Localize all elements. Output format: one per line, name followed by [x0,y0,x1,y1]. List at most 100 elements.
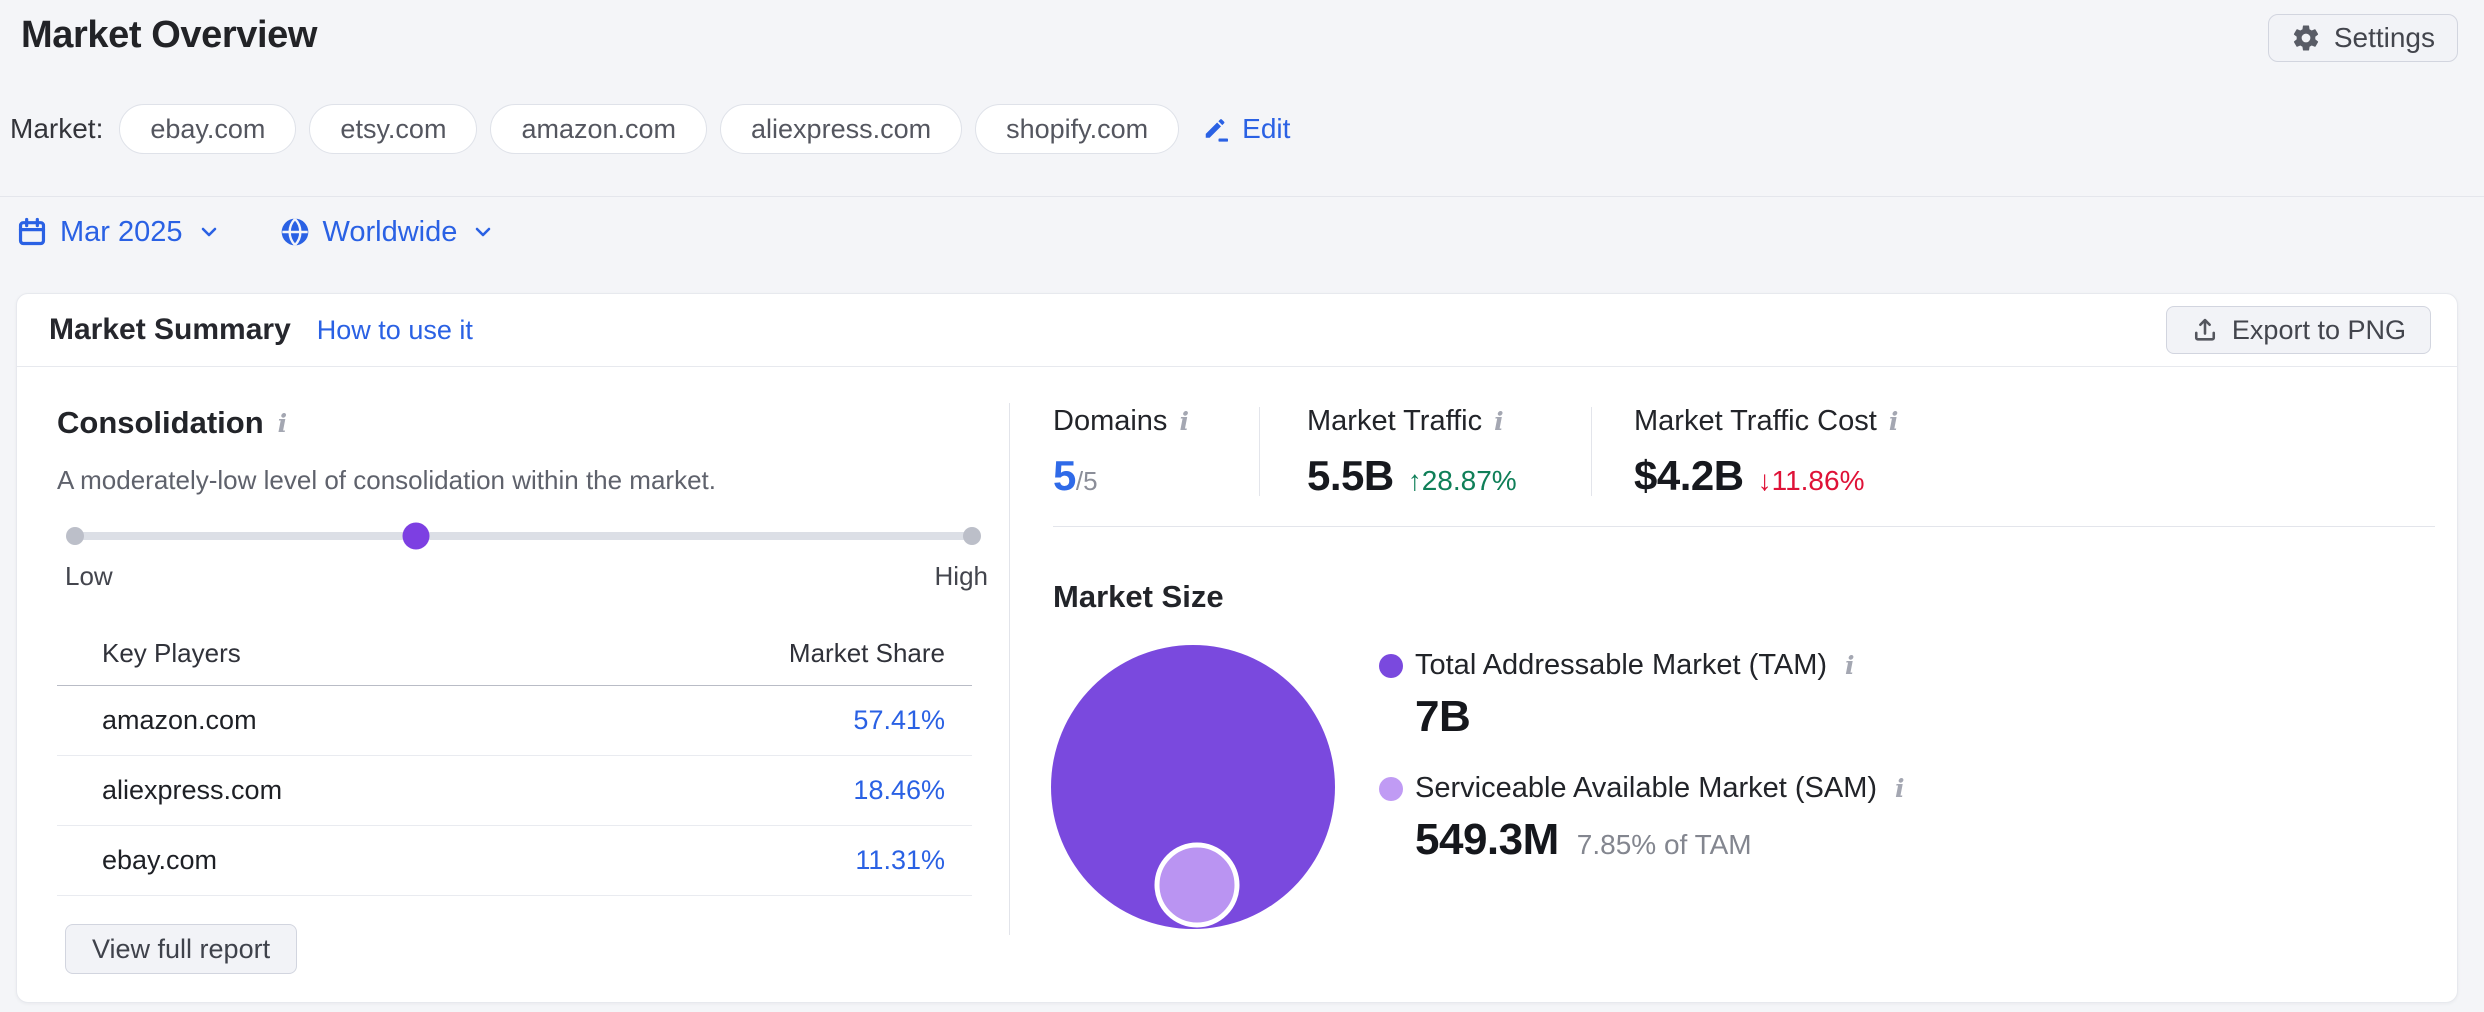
date-selector-label: Mar 2025 [60,216,183,249]
sam-bubble[interactable] [1157,845,1237,925]
stats-divider [1053,526,2435,527]
market-bar: Market: ebay.com etsy.com amazon.com ali… [10,104,2484,154]
settings-button[interactable]: Settings [2268,14,2458,62]
slider-low-endpoint [66,527,84,545]
market-stats-panel: Domains i 5 /5 Market Traffic i 5.5 [1009,367,2457,1002]
tam-label: Total Addressable Market (TAM) [1415,649,1827,682]
tam-dot-icon [1379,654,1403,678]
player-market-share[interactable]: 18.46% [562,756,972,826]
edit-link-label: Edit [1242,113,1290,145]
market-domain-pill[interactable]: ebay.com [119,104,296,154]
page-header: Market Overview Settings [0,0,2484,62]
domains-value: 5 [1053,452,1076,500]
gear-icon [2291,23,2321,53]
market-label: Market: [10,113,103,145]
settings-button-label: Settings [2334,22,2435,54]
chevron-down-icon [197,220,221,244]
how-to-use-link[interactable]: How to use it [317,315,473,346]
consolidation-slider-handle[interactable] [402,522,429,549]
stat-value-row: 5 /5 [1053,452,1259,500]
table-row: amazon.com 57.41% [57,686,972,756]
info-icon[interactable]: i [1845,653,1855,678]
page-title: Market Overview [21,14,317,58]
slider-high-label: High [935,561,988,592]
region-selector-label: Worldwide [323,216,458,249]
tam-legend-block: Total Addressable Market (TAM) i 7B [1379,649,1905,742]
date-selector[interactable]: Mar 2025 [16,216,221,249]
market-summary-card: Market Summary How to use it Export to P… [16,293,2458,1003]
sam-label: Serviceable Available Market (SAM) [1415,772,1877,805]
market-domain-pill[interactable]: amazon.com [490,104,707,154]
tam-legend-row: Total Addressable Market (TAM) i [1379,649,1905,682]
market-size-legend: Total Addressable Market (TAM) i 7B Serv… [1379,649,1905,933]
player-domain: ebay.com [57,826,562,896]
table-row: aliexpress.com 18.46% [57,756,972,826]
market-size-bubble-chart [1047,641,1339,933]
stat-market-traffic-cost: Market Traffic Cost i $4.2B ↓11.86% [1592,405,2435,500]
market-size-body: Total Addressable Market (TAM) i 7B Serv… [1053,641,2435,933]
slider-low-label: Low [65,561,113,592]
stat-label-text: Market Traffic [1307,405,1482,438]
info-icon[interactable]: i [1494,409,1504,434]
player-market-share[interactable]: 11.31% [562,826,972,896]
consolidation-title: Consolidation i [57,405,1009,441]
stat-domains: Domains i 5 /5 [1053,405,1259,500]
key-players-header: Key Players [57,624,562,686]
stat-value-row: $4.2B ↓11.86% [1634,452,2435,500]
domains-total: /5 [1076,466,1098,497]
stat-label-text: Market Traffic Cost [1634,405,1877,438]
market-domain-pill[interactable]: shopify.com [975,104,1179,154]
market-traffic-cost-change: ↓11.86% [1758,465,1865,497]
chevron-down-icon [471,220,495,244]
card-header: Market Summary How to use it Export to P… [17,294,2457,367]
info-icon[interactable]: i [1179,409,1189,434]
market-size-title: Market Size [1053,579,2435,615]
stat-market-traffic: Market Traffic i 5.5B ↑28.87% [1260,405,1591,500]
market-traffic-change: ↑28.87% [1408,465,1517,497]
market-domain-pill[interactable]: etsy.com [309,104,477,154]
globe-icon [279,216,311,248]
column-divider [1009,403,1010,935]
sam-value: 549.3M [1415,815,1559,865]
market-domain-pill[interactable]: aliexpress.com [720,104,962,154]
stat-label-text: Domains [1053,405,1167,438]
calendar-icon [16,216,48,248]
info-icon[interactable]: i [1889,409,1899,434]
player-market-share[interactable]: 57.41% [562,686,972,756]
view-full-report-button[interactable]: View full report [65,924,297,974]
key-players-table: Key Players Market Share amazon.com 57.4… [57,624,972,896]
consolidation-slider [75,522,972,549]
sam-percent-of-tam: 7.85% of TAM [1577,829,1752,861]
player-domain: aliexpress.com [57,756,562,826]
sam-legend-block: Serviceable Available Market (SAM) i 549… [1379,772,1905,865]
consolidation-panel: Consolidation i A moderately-low level o… [17,367,1009,1002]
sam-dot-icon [1379,777,1403,801]
card-title: Market Summary [49,313,291,347]
table-row: ebay.com 11.31% [57,826,972,896]
card-body: Consolidation i A moderately-low level o… [17,367,2457,1002]
export-to-png-button[interactable]: Export to PNG [2166,306,2431,354]
tam-value-row: 7B [1415,692,1905,742]
slider-labels: Low High [65,561,988,592]
export-icon [2191,316,2219,344]
consolidation-title-text: Consolidation [57,405,264,441]
market-traffic-cost-value: $4.2B [1634,452,1744,500]
stat-label: Domains i [1053,405,1259,438]
header-divider [0,196,2484,197]
sam-value-row: 549.3M 7.85% of TAM [1415,815,1905,865]
region-selector[interactable]: Worldwide [279,216,496,249]
filters-row: Mar 2025 Worldwide [16,209,2484,255]
info-icon[interactable]: i [278,411,288,436]
pencil-icon [1202,114,1232,144]
slider-high-endpoint [963,527,981,545]
player-domain: amazon.com [57,686,562,756]
market-traffic-value: 5.5B [1307,452,1394,500]
tam-value: 7B [1415,692,1470,742]
export-button-label: Export to PNG [2232,315,2406,346]
stat-label: Market Traffic Cost i [1634,405,2435,438]
slider-track [75,532,972,540]
stats-row: Domains i 5 /5 Market Traffic i 5.5 [1053,405,2435,500]
edit-market-link[interactable]: Edit [1202,113,1290,145]
market-share-header: Market Share [562,624,972,686]
info-icon[interactable]: i [1895,776,1905,801]
